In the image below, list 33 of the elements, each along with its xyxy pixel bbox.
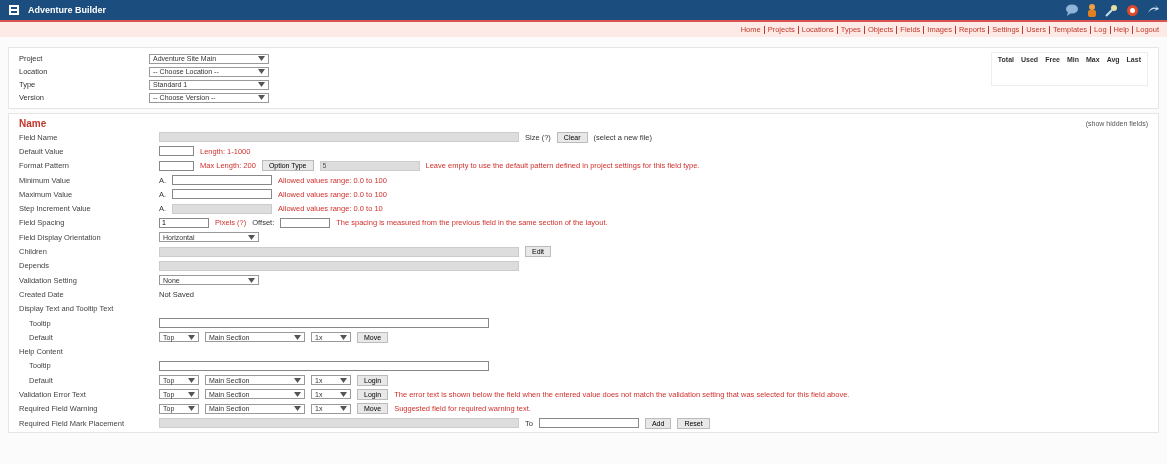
caret-icon (340, 406, 347, 412)
text-field[interactable] (159, 360, 489, 371)
caret-icon (294, 377, 301, 383)
key-icon[interactable] (1105, 3, 1118, 17)
caret-icon (340, 392, 347, 397)
app-title: Adventure Builder (28, 5, 106, 15)
caret-icon (188, 377, 195, 383)
caret-icon (188, 406, 195, 412)
caret-icon (340, 334, 347, 340)
caret-icon (188, 392, 195, 397)
caret-icon (294, 406, 301, 412)
caret-icon (188, 334, 195, 340)
text-field[interactable] (280, 217, 331, 228)
caret-icon (340, 377, 347, 383)
caret-icon (248, 234, 255, 240)
user-icon[interactable] (1087, 3, 1097, 17)
text-field[interactable] (172, 175, 273, 186)
caret-icon (248, 277, 255, 283)
text-field[interactable] (159, 318, 489, 328)
caret-icon (294, 392, 301, 397)
text-field[interactable] (172, 189, 273, 200)
section-title: Name (19, 117, 47, 129)
caret-icon (258, 69, 265, 74)
text-field[interactable] (159, 146, 194, 157)
lifebuoy-icon[interactable] (1126, 3, 1139, 17)
chat-icon[interactable] (1065, 4, 1079, 16)
caret-icon (258, 56, 265, 61)
text-field[interactable] (538, 418, 639, 429)
logo-icon (8, 4, 20, 16)
text-field[interactable] (159, 160, 194, 171)
caret-icon (258, 82, 265, 87)
caret-icon (294, 334, 301, 340)
caret-icon (258, 95, 265, 100)
